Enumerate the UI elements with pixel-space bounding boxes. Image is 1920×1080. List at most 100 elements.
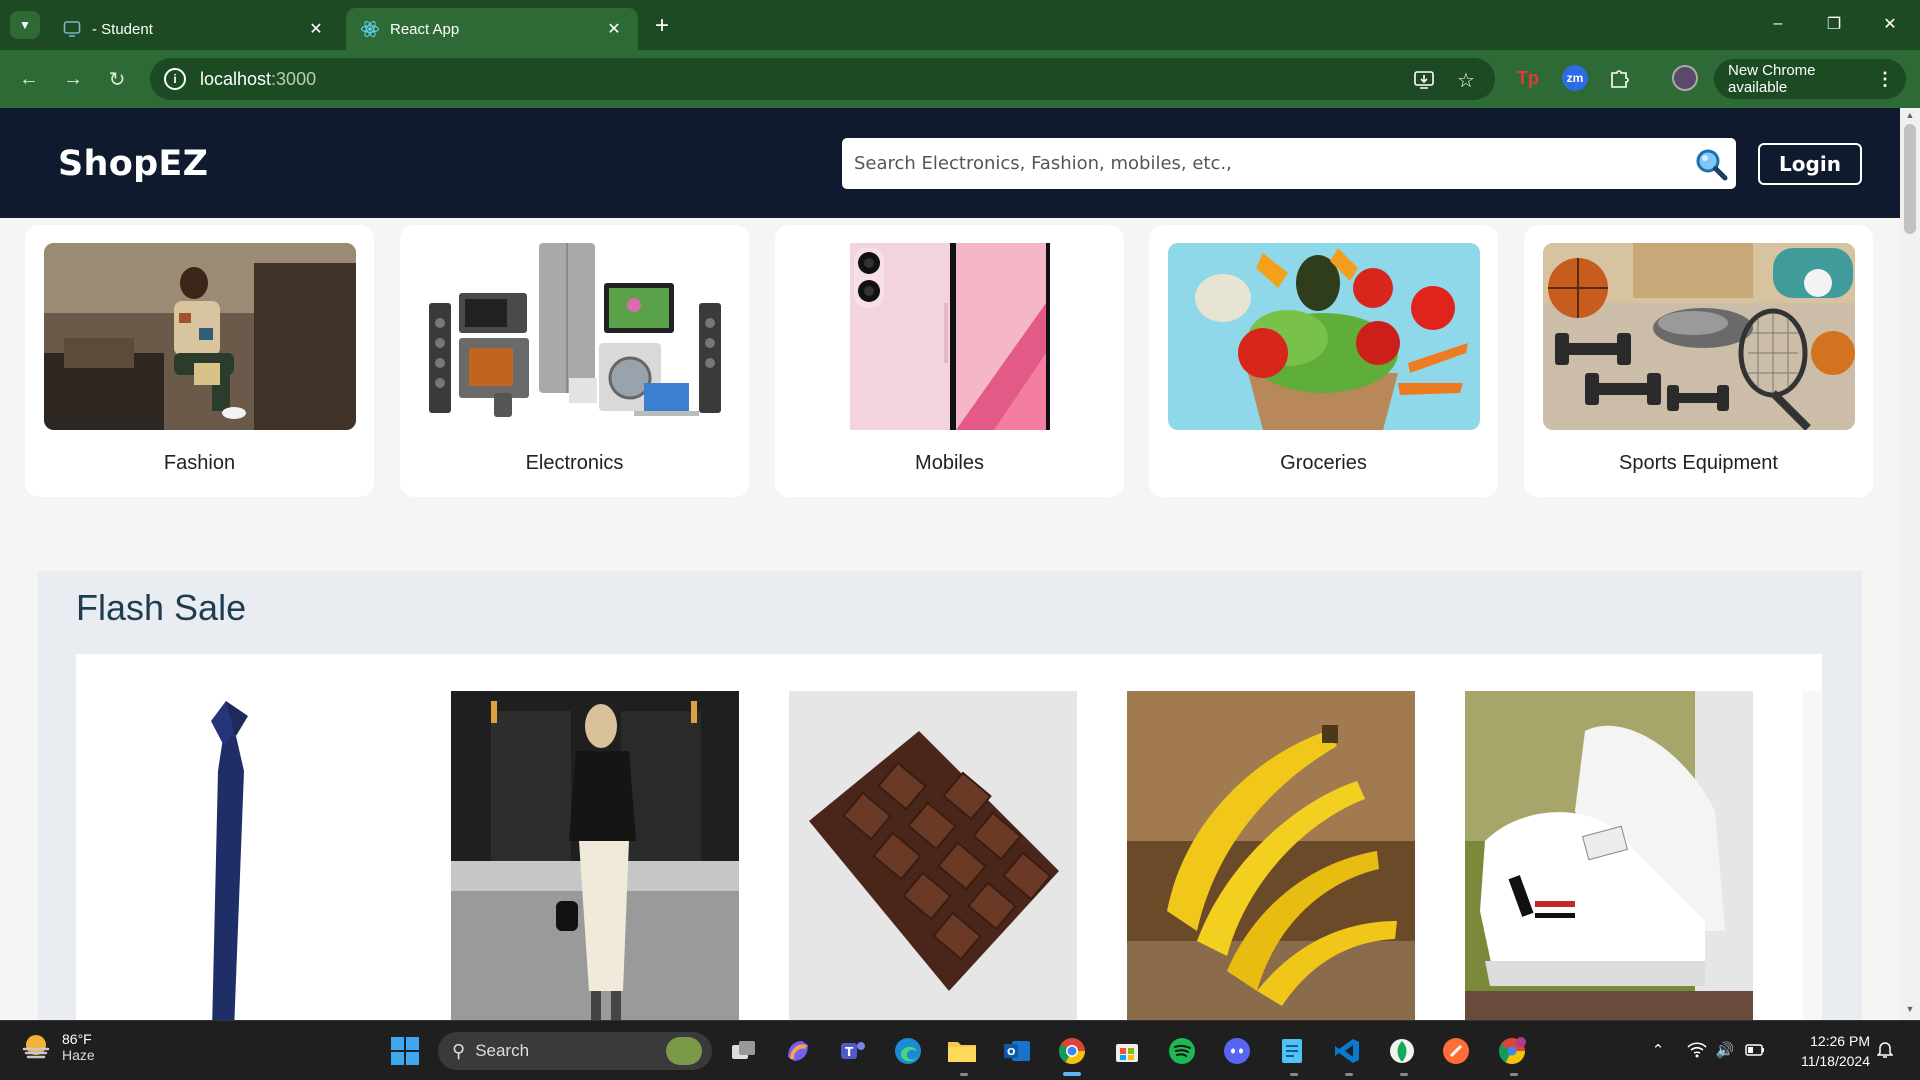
- browser-toolbar: ← → ↻ i localhost:3000 ☆ Tp zm New Chrom…: [0, 50, 1920, 108]
- chrome-profile-icon[interactable]: [1494, 1033, 1530, 1069]
- copilot-icon[interactable]: [780, 1033, 816, 1069]
- taskbar-search[interactable]: ⚲ Search: [438, 1032, 712, 1070]
- chevron-up-icon[interactable]: ⌃: [1647, 1039, 1669, 1061]
- scroll-up-icon[interactable]: ▲: [1904, 110, 1916, 122]
- product-card-necktie[interactable]: [76, 691, 364, 1020]
- page-scrollbar[interactable]: ▲ ▼: [1900, 108, 1920, 1020]
- taskbar-active-indicator: [1063, 1072, 1081, 1076]
- category-card-sports-equipment[interactable]: Sports Equipment: [1524, 225, 1873, 497]
- arrow-right-icon: →: [63, 67, 83, 90]
- site-info-icon[interactable]: i: [164, 68, 186, 90]
- windows-taskbar: 86°F Haze ⚲ Search T O ⌃ 🔊 12:26 PM 11/1…: [0, 1020, 1920, 1080]
- close-tab-icon[interactable]: ✕: [306, 19, 326, 39]
- edge-icon[interactable]: [890, 1033, 926, 1069]
- taskbar-running-indicator: [960, 1073, 968, 1076]
- start-button[interactable]: [387, 1033, 423, 1069]
- category-label: Electronics: [525, 452, 624, 474]
- category-card-fashion[interactable]: Fashion: [25, 225, 374, 497]
- search-input[interactable]: [842, 138, 1686, 189]
- windows-logo-icon: [391, 1037, 419, 1065]
- browser-tab-bar: ▼ - Student ✕ React App ✕ + – ❐ ✕: [0, 0, 1920, 50]
- category-card-mobiles[interactable]: Mobiles: [775, 225, 1124, 497]
- install-app-icon[interactable]: [1412, 68, 1436, 92]
- task-view-icon[interactable]: [726, 1033, 762, 1069]
- weather-condition: Haze: [62, 1047, 95, 1063]
- category-card-electronics[interactable]: Electronics: [400, 225, 749, 497]
- clock-date: 11/18/2024: [1800, 1053, 1870, 1069]
- product-card-sneakers[interactable]: [1465, 691, 1753, 1020]
- tab-label: React App: [390, 20, 460, 38]
- arrow-left-icon: ←: [19, 67, 39, 90]
- wifi-icon[interactable]: [1686, 1039, 1708, 1061]
- system-clock[interactable]: 12:26 PM 11/18/2024: [1786, 1031, 1870, 1071]
- vscode-icon[interactable]: [1329, 1033, 1365, 1069]
- clock-time: 12:26 PM: [1810, 1033, 1870, 1049]
- close-icon: ✕: [1883, 16, 1897, 33]
- weather-temperature: 86°F: [62, 1031, 92, 1047]
- category-label: Sports Equipment: [1619, 452, 1778, 474]
- bookmark-star-icon[interactable]: ☆: [1454, 68, 1478, 92]
- flash-sale-section: Flash Sale: [38, 571, 1862, 1020]
- profile-avatar[interactable]: [1672, 65, 1698, 91]
- search-icon: [1696, 149, 1728, 180]
- react-atom-icon: [360, 19, 380, 39]
- notepad-icon[interactable]: [1274, 1033, 1310, 1069]
- chrome-icon[interactable]: [1054, 1033, 1090, 1069]
- site-logo[interactable]: ShopEZ: [58, 144, 208, 184]
- new-tab-button[interactable]: +: [648, 12, 676, 40]
- discord-icon[interactable]: [1219, 1033, 1255, 1069]
- extension-zoom-icon[interactable]: zm: [1562, 65, 1588, 91]
- product-card-bananas[interactable]: [1127, 691, 1415, 1020]
- tab-search-button[interactable]: ▼: [10, 11, 40, 39]
- address-bar[interactable]: i localhost:3000 ☆: [150, 58, 1495, 100]
- taskbar-running-indicator: [1345, 1073, 1353, 1076]
- search-highlight-icon: [666, 1037, 702, 1065]
- category-label: Mobiles: [915, 452, 984, 474]
- outlook-icon[interactable]: O: [999, 1033, 1035, 1069]
- reload-button[interactable]: ↻: [102, 64, 132, 94]
- microsoft-store-icon[interactable]: [1109, 1033, 1145, 1069]
- groceries-photo: [1168, 243, 1480, 430]
- bananas-photo: [1127, 691, 1415, 1020]
- battery-icon[interactable]: [1744, 1039, 1766, 1061]
- file-explorer-icon[interactable]: [944, 1033, 980, 1069]
- postman-icon[interactable]: [1438, 1033, 1474, 1069]
- taskbar-running-indicator: [1400, 1073, 1408, 1076]
- update-label: New Chrome available: [1728, 62, 1816, 96]
- restore-button[interactable]: ❐: [1812, 8, 1856, 40]
- tab-student[interactable]: - Student ✕: [48, 8, 340, 50]
- category-card-groceries[interactable]: Groceries: [1149, 225, 1498, 497]
- weather-widget[interactable]: 86°F Haze: [20, 1031, 95, 1063]
- more-menu-icon[interactable]: ⋮: [1876, 69, 1894, 90]
- close-tab-icon[interactable]: ✕: [604, 19, 624, 39]
- url-port: :3000: [271, 68, 317, 89]
- chrome-update-button[interactable]: New Chrome available ⋮: [1714, 59, 1906, 99]
- spotify-icon[interactable]: [1164, 1033, 1200, 1069]
- necktie-photo: [76, 691, 364, 1020]
- forward-button[interactable]: →: [58, 64, 88, 94]
- extension-tp-icon[interactable]: Tp: [1515, 65, 1541, 91]
- close-window-button[interactable]: ✕: [1868, 8, 1912, 40]
- chocolate-bar-photo: [789, 691, 1077, 1020]
- product-card-outfit[interactable]: [451, 691, 739, 1020]
- speaker-icon[interactable]: 🔊: [1714, 1039, 1736, 1061]
- product-card-partial[interactable]: [1803, 691, 1822, 1020]
- mongodb-compass-icon[interactable]: [1384, 1033, 1420, 1069]
- extensions-puzzle-icon[interactable]: [1606, 65, 1632, 91]
- site-header: ShopEZ Login: [0, 108, 1900, 218]
- minimize-icon: –: [1773, 15, 1783, 32]
- tab-react-app[interactable]: React App ✕: [346, 8, 638, 50]
- minimize-button[interactable]: –: [1756, 8, 1800, 40]
- search-button[interactable]: [1686, 139, 1736, 189]
- page-viewport: ShopEZ Login: [0, 108, 1900, 1020]
- scroll-thumb[interactable]: [1904, 124, 1916, 234]
- plus-icon: +: [654, 12, 669, 39]
- login-button[interactable]: Login: [1758, 143, 1862, 185]
- mobile-phone-photo: [794, 243, 1106, 430]
- teams-icon[interactable]: T: [835, 1033, 871, 1069]
- taskbar-running-indicator: [1290, 1073, 1298, 1076]
- scroll-down-icon[interactable]: ▼: [1904, 1004, 1916, 1016]
- back-button[interactable]: ←: [14, 64, 44, 94]
- notification-bell-icon[interactable]: [1874, 1039, 1896, 1061]
- product-card-chocolate[interactable]: [789, 691, 1077, 1020]
